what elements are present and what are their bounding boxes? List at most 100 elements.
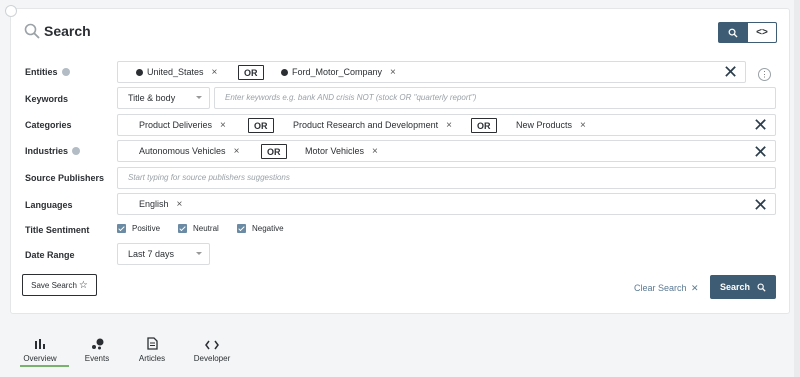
code-icon	[205, 340, 219, 350]
title-sentiment-label: Title Sentiment	[25, 225, 90, 235]
search-button-label: Search	[719, 282, 751, 292]
checkbox-label: Negative	[252, 224, 284, 233]
keywords-input[interactable]: Enter keywords e.g. bank AND crisis NOT …	[214, 87, 776, 109]
chip-label: Motor Vehicles	[305, 146, 365, 156]
source-publishers-input[interactable]: Start typing for source publishers sugge…	[117, 167, 776, 189]
industries-field[interactable]: Autonomous Vehicles × OR Motor Vehicles …	[117, 140, 776, 162]
operator-toggle[interactable]: OR	[238, 65, 264, 80]
remove-chip-icon[interactable]: ×	[220, 120, 226, 131]
clear-search-label: Clear Search	[634, 283, 687, 293]
info-icon[interactable]	[72, 147, 81, 155]
category-chip-product-deliveries: Product Deliveries ×	[139, 115, 226, 135]
chevron-down-icon	[196, 96, 202, 99]
save-search-button[interactable]: Save Search ☆	[22, 274, 97, 296]
entity-type-icon	[136, 68, 143, 76]
sentiment-negative-checkbox[interactable]: Negative	[237, 224, 284, 233]
info-icon[interactable]	[61, 68, 70, 76]
checkbox-label: Neutral	[193, 224, 219, 233]
industries-label: Industries	[25, 146, 81, 156]
keywords-scope-select[interactable]: Title & body	[117, 87, 210, 109]
checkbox-label: Positive	[132, 224, 161, 233]
sentiment-neutral-checkbox[interactable]: Neutral	[178, 224, 219, 233]
entities-label-text: Entities	[25, 67, 58, 77]
entities-field[interactable]: United_States × OR Ford_Motor_Company ×	[117, 61, 746, 83]
entities-label: Entities	[25, 67, 70, 77]
clear-languages-icon[interactable]: ✕	[753, 196, 768, 214]
languages-field[interactable]: English ×	[117, 193, 776, 215]
tab-label: Developer	[193, 354, 231, 363]
source-publishers-placeholder: Start typing for source publishers sugge…	[128, 173, 290, 182]
tab-overview[interactable]: Overview	[15, 334, 65, 363]
source-publishers-label: Source Publishers	[25, 173, 105, 183]
languages-label: Languages	[25, 200, 73, 210]
categories-field[interactable]: Product Deliveries × OR Product Research…	[117, 114, 776, 136]
chip-label: Ford_Motor_Company	[292, 67, 383, 77]
categories-label: Categories	[25, 120, 72, 130]
more-options-icon[interactable]: ⋮	[758, 68, 771, 81]
chip-label: United_States	[147, 67, 204, 77]
entity-type-icon	[281, 68, 288, 76]
clear-industries-icon[interactable]: ✕	[753, 143, 768, 161]
remove-chip-icon[interactable]: ×	[372, 146, 378, 157]
keywords-placeholder: Enter keywords e.g. bank AND crisis NOT …	[225, 93, 477, 102]
checkbox-icon	[237, 224, 246, 233]
keywords-scope-value: Title & body	[128, 93, 176, 103]
industries-label-text: Industries	[25, 146, 69, 156]
entity-chip-ford: Ford_Motor_Company ×	[281, 62, 396, 82]
remove-chip-icon[interactable]: ×	[446, 120, 452, 131]
operator-toggle[interactable]: OR	[261, 144, 287, 159]
language-chip-english: English ×	[139, 194, 182, 214]
code-icon: <>	[756, 27, 768, 38]
save-search-label: Save Search	[31, 280, 77, 290]
clear-categories-icon[interactable]: ✕	[753, 116, 768, 134]
remove-chip-icon[interactable]: ×	[390, 67, 396, 78]
date-range-select[interactable]: Last 7 days	[117, 243, 210, 265]
operator-toggle[interactable]: OR	[248, 118, 274, 133]
tab-label: Events	[84, 354, 110, 363]
chip-label: New Products	[516, 120, 573, 130]
entity-chip-united-states: United_States ×	[136, 62, 217, 82]
date-range-value: Last 7 days	[128, 249, 175, 259]
chip-label: Product Research and Development	[293, 120, 439, 130]
search-icon	[728, 28, 738, 38]
clear-entities-icon[interactable]: ✕	[723, 63, 738, 81]
chip-label: Product Deliveries	[139, 120, 213, 130]
chip-label: English	[139, 199, 169, 209]
checkbox-icon	[117, 224, 126, 233]
bar-chart-icon	[35, 339, 45, 349]
chip-label: Autonomous Vehicles	[139, 146, 226, 156]
page-title: Search	[44, 23, 91, 39]
bubbles-icon	[91, 338, 103, 350]
industry-chip-motor-vehicles: Motor Vehicles ×	[305, 141, 378, 161]
tab-developer[interactable]: Developer	[187, 334, 237, 363]
panel-corner-handle	[5, 5, 17, 17]
star-icon: ☆	[78, 279, 88, 291]
checkbox-icon	[178, 224, 187, 233]
code-mode-button[interactable]: <>	[747, 22, 777, 43]
tab-label: Articles	[138, 354, 166, 363]
remove-chip-icon[interactable]: ×	[580, 120, 586, 131]
keywords-label: Keywords	[25, 94, 69, 104]
remove-chip-icon[interactable]: ×	[212, 67, 218, 78]
category-chip-product-rd: Product Research and Development ×	[293, 115, 452, 135]
tab-label: Overview	[23, 354, 57, 363]
operator-toggle[interactable]: OR	[471, 118, 497, 133]
remove-chip-icon[interactable]: ×	[234, 146, 240, 157]
industry-chip-autonomous-vehicles: Autonomous Vehicles ×	[139, 141, 239, 161]
document-icon	[146, 337, 158, 350]
date-range-label: Date Range	[25, 250, 75, 260]
search-mode-button[interactable]	[718, 22, 748, 43]
search-icon	[757, 283, 766, 292]
search-icon	[24, 23, 40, 39]
search-button[interactable]: Search	[710, 275, 776, 299]
tab-articles[interactable]: Articles	[127, 334, 177, 363]
tab-events[interactable]: Events	[72, 334, 122, 363]
clear-search-link[interactable]: Clear Search ✕	[634, 283, 699, 294]
page-scrollbar[interactable]	[794, 0, 800, 377]
sentiment-positive-checkbox[interactable]: Positive	[117, 224, 160, 233]
active-tab-indicator	[20, 365, 69, 367]
remove-chip-icon[interactable]: ×	[177, 199, 183, 210]
close-icon: ✕	[691, 283, 699, 293]
category-chip-new-products: New Products ×	[516, 115, 586, 135]
chevron-down-icon	[196, 252, 202, 255]
